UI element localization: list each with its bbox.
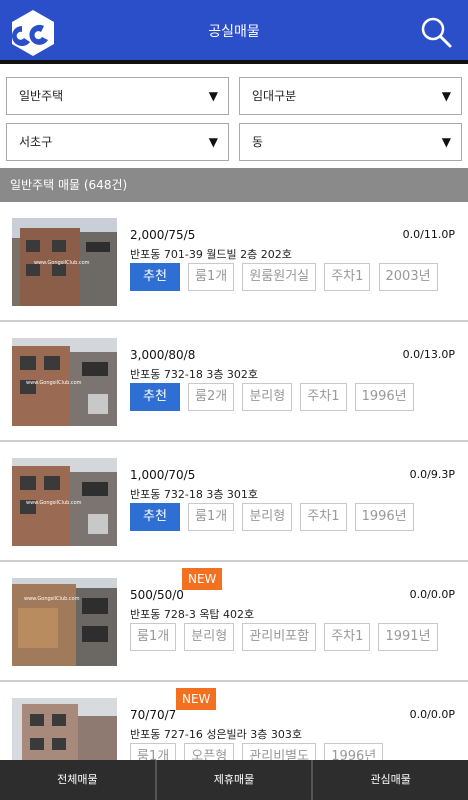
listing-item[interactable]: www.GongsilClub.com 500/50/0 NEW 0.0/0.0…: [0, 562, 468, 682]
listing-address: 반포동 727-16 성은빌라 3층 303호: [130, 728, 303, 741]
listing-price: 1,000/70/5: [130, 468, 196, 482]
property-photo: www.GongsilClub.com: [12, 578, 117, 666]
listing-tag: 원룸원거실: [242, 263, 317, 291]
lease-select-value: 임대구분: [252, 89, 297, 103]
listing-item[interactable]: www.GongsilClub.com 3,000/80/8 0.0/13.0P…: [0, 322, 468, 442]
property-photo: www.GongsilClub.com: [12, 458, 117, 546]
app-header: 공실매물: [0, 0, 468, 64]
listing-tag: 주차1: [324, 263, 371, 291]
listing-area: 0.0/11.0P: [402, 228, 455, 241]
listing-tags: 추천 룸2개 분리형 주차1 1996년: [130, 383, 417, 411]
listing-tag: 룸1개: [188, 503, 235, 531]
listing-area: 0.0/13.0P: [402, 348, 455, 361]
listing-price: 2,000/75/5: [130, 228, 196, 242]
listing-tag: 1996년: [354, 383, 414, 411]
listing-item[interactable]: www.GongsilClub.com 1,000/70/5 0.0/9.3P …: [0, 442, 468, 562]
page-title: 공실매물: [208, 24, 260, 40]
listing-tag: 룸1개: [188, 263, 235, 291]
listing-tag: 2003년: [378, 263, 438, 291]
type-select-value: 일반주택: [19, 89, 64, 103]
listing-tag: 분리형: [242, 503, 293, 531]
listing-tag: 1991년: [378, 623, 438, 651]
listing-area: 0.0/9.3P: [409, 468, 455, 481]
watermark: www.GongsilClub.com: [34, 260, 90, 266]
dong-select-value: 동: [252, 135, 264, 149]
dong-select[interactable]: 동 ▼: [239, 123, 462, 161]
list-count-header: 일반주택 매물 (648건): [0, 168, 468, 202]
property-photo: www.GongsilClub.com: [12, 338, 117, 426]
nav-favorite-listings[interactable]: 관심매물: [313, 760, 468, 800]
nav-all-listings[interactable]: 전체매물: [0, 760, 157, 800]
listing-address: 반포동 728-3 옥탑 402호: [130, 608, 255, 621]
listing-tag: 분리형: [242, 383, 293, 411]
listing-address: 반포동 732-18 3층 301호: [130, 488, 259, 501]
recommend-tag: 추천: [130, 383, 180, 411]
listing-tags: 추천 룸1개 분리형 주차1 1996년: [130, 503, 417, 531]
listing-tag: 분리형: [184, 623, 235, 651]
district-select[interactable]: 서초구 ▼: [6, 123, 229, 161]
chevron-down-icon: ▼: [208, 89, 218, 103]
recommend-tag: 추천: [130, 503, 180, 531]
listing-item[interactable]: www.GongsilClub.com 2,000/75/5 0.0/11.0P…: [0, 202, 468, 322]
listing-price: 70/70/7: [130, 708, 177, 722]
nav-partner-listings[interactable]: 제휴매물: [157, 760, 314, 800]
listing-tags: 룸1개 분리형 관리비포함 주차1 1991년: [130, 623, 441, 651]
watermark: www.GongsilClub.com: [26, 500, 82, 506]
property-photo: www.GongsilClub.com: [12, 218, 117, 306]
new-badge: NEW: [182, 568, 223, 590]
chevron-down-icon: ▼: [441, 135, 451, 149]
listing-tag: 주차1: [300, 503, 347, 531]
new-badge: NEW: [176, 688, 217, 710]
recommend-tag: 추천: [130, 263, 180, 291]
listing-tag: 주차1: [324, 623, 371, 651]
listing-tag: 룸1개: [130, 623, 177, 651]
listing-area: 0.0/0.0P: [409, 708, 455, 721]
listing-tag: 1996년: [354, 503, 414, 531]
listing-area: 0.0/0.0P: [409, 588, 455, 601]
listing-tag: 관리비포함: [242, 623, 317, 651]
listing-tags: 추천 룸1개 원룸원거실 주차1 2003년: [130, 263, 441, 291]
chevron-down-icon: ▼: [208, 135, 218, 149]
listing-price: 500/50/0: [130, 588, 184, 602]
type-select[interactable]: 일반주택 ▼: [6, 77, 229, 115]
search-icon[interactable]: [420, 16, 452, 48]
watermark: www.GongsilClub.com: [24, 596, 80, 602]
listing-address: 반포동 701-39 월드빌 2층 202호: [130, 248, 292, 261]
district-select-value: 서초구: [19, 135, 53, 149]
watermark: www.GongsilClub.com: [26, 380, 82, 386]
listing-tag: 주차1: [300, 383, 347, 411]
bottom-nav: 전체매물 제휴매물 관심매물: [0, 760, 468, 800]
lease-select[interactable]: 임대구분 ▼: [239, 77, 462, 115]
listing-tag: 룸2개: [188, 383, 235, 411]
listing-address: 반포동 732-18 3층 302호: [130, 368, 259, 381]
chevron-down-icon: ▼: [441, 89, 451, 103]
listing-price: 3,000/80/8: [130, 348, 196, 362]
